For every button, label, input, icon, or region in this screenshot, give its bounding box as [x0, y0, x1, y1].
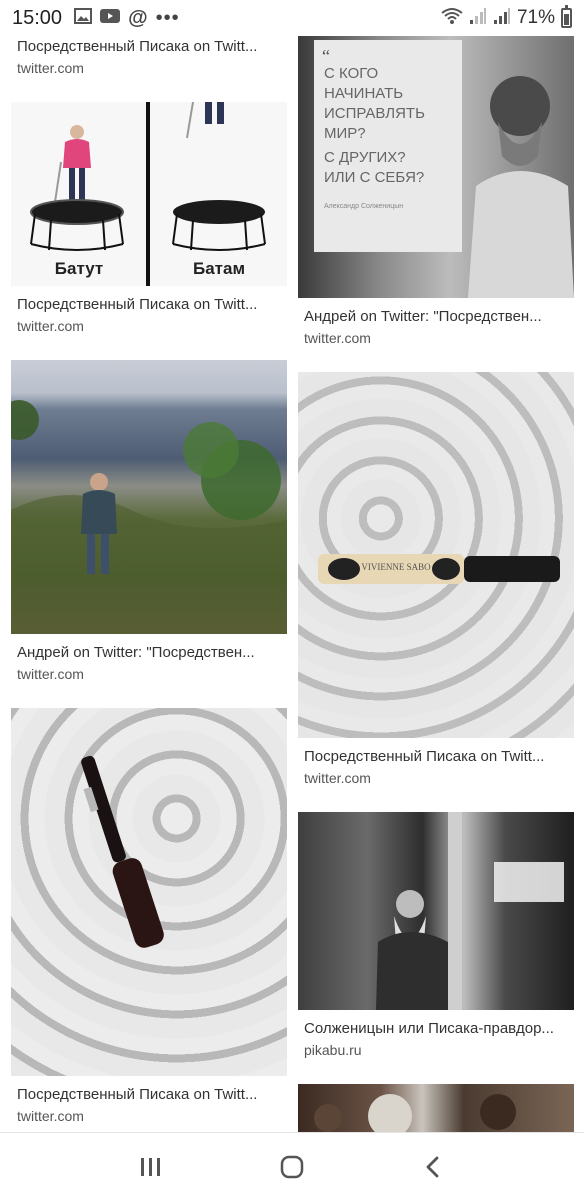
- result-thumbnail[interactable]: [298, 1084, 574, 1134]
- quote-line-5: С ДРУГИХ?: [324, 149, 406, 166]
- at-icon: @: [128, 6, 148, 29]
- result-card[interactable]: “ С КОГО НАЧИНАТЬ ИСПРАВЛЯТЬ МИР? С ДРУГ…: [298, 36, 574, 348]
- image-label-batam: Батам: [193, 259, 245, 278]
- quote-line-2: НАЧИНАТЬ: [324, 85, 403, 102]
- back-icon[interactable]: [413, 1147, 453, 1187]
- result-caption[interactable]: Андрей on Twitter: "Посредствен...: [298, 306, 574, 328]
- result-card[interactable]: Андрей on Twitter: "Посредствен... twitt…: [11, 360, 287, 684]
- result-thumbnail[interactable]: “ С КОГО НАЧИНАТЬ ИСПРАВЛЯТЬ МИР? С ДРУГ…: [298, 36, 574, 298]
- result-source[interactable]: twitter.com: [11, 58, 287, 78]
- result-card[interactable]: Посредственный Писака on Twitt... twitte…: [11, 708, 287, 1126]
- concealer-brand: VIVIENNE SABO: [361, 562, 431, 572]
- quote-author: Александр Солженицын: [324, 203, 403, 210]
- quote-photo: “ С КОГО НАЧИНАТЬ ИСПРАВЛЯТЬ МИР? С ДРУГ…: [314, 40, 574, 298]
- lakeshore-photo: [11, 400, 287, 634]
- signal-2-icon: [493, 7, 511, 30]
- quote-line-3: ИСПРАВЛЯТЬ: [324, 105, 425, 122]
- result-caption[interactable]: Посредственный Писака on Twitt...: [11, 36, 287, 58]
- result-thumbnail[interactable]: [298, 812, 574, 1010]
- result-card[interactable]: VIVIENNE SABO Посредственный Писака on T…: [298, 372, 574, 788]
- result-source[interactable]: twitter.com: [11, 316, 287, 336]
- clock: 15:00: [12, 6, 63, 29]
- result-thumbnail[interactable]: [11, 360, 287, 634]
- result-source[interactable]: twitter.com: [298, 328, 574, 348]
- result-card[interactable]: [298, 1084, 574, 1134]
- mascara-photo: [81, 755, 164, 948]
- battery-percent: 71%: [516, 7, 555, 28]
- quote-line-6: ИЛИ С СЕБЯ?: [324, 169, 424, 186]
- result-thumbnail[interactable]: VIVIENNE SABO: [298, 372, 574, 738]
- image-search-results-screen: 15:00 @ ••• 71% Посредственный Писака on…: [0, 0, 584, 1200]
- svg-text:“: “: [322, 46, 330, 66]
- result-source[interactable]: pikabu.ru: [298, 1040, 574, 1060]
- status-bar: 15:00 @ ••• 71%: [0, 0, 584, 36]
- result-caption[interactable]: Посредственный Писака on Twitt...: [11, 294, 287, 316]
- trampoline-illustration: Батут Батам: [11, 102, 287, 286]
- image-label-batut: Батут: [55, 259, 103, 278]
- result-card[interactable]: Батут Батам Посредственный Писака on Twi…: [11, 102, 287, 336]
- result-caption[interactable]: Андрей on Twitter: "Посредствен...: [11, 642, 287, 664]
- recent-apps-icon[interactable]: [131, 1147, 171, 1187]
- more-dots-icon: •••: [155, 6, 180, 29]
- result-source[interactable]: twitter.com: [298, 768, 574, 788]
- result-thumbnail[interactable]: [11, 708, 287, 1076]
- signal-1-icon: [469, 7, 487, 30]
- quote-line-4: МИР?: [324, 125, 366, 142]
- result-card[interactable]: Посредственный Писака on Twitt... twitte…: [11, 36, 287, 78]
- result-source[interactable]: twitter.com: [11, 664, 287, 684]
- result-caption[interactable]: Посредственный Писака on Twitt...: [11, 1084, 287, 1106]
- train-photo: [376, 812, 564, 1010]
- navigation-bar: [0, 1132, 584, 1200]
- result-thumbnail[interactable]: Батут Батам: [11, 102, 287, 286]
- wifi-icon: [441, 7, 463, 30]
- battery-icon: [561, 5, 572, 28]
- quote-line-1: С КОГО: [324, 65, 378, 82]
- concealer-photo: VIVIENNE SABO: [318, 554, 560, 584]
- result-source[interactable]: twitter.com: [11, 1106, 287, 1126]
- result-caption[interactable]: Солженицын или Писака-правдор...: [298, 1018, 574, 1040]
- gallery-icon: [74, 7, 93, 29]
- result-caption[interactable]: Посредственный Писака on Twitt...: [298, 746, 574, 768]
- home-icon[interactable]: [272, 1147, 312, 1187]
- youtube-icon: [100, 8, 121, 29]
- result-card[interactable]: Солженицын или Писака-правдор... pikabu.…: [298, 812, 574, 1060]
- crowd-photo: [314, 1094, 516, 1134]
